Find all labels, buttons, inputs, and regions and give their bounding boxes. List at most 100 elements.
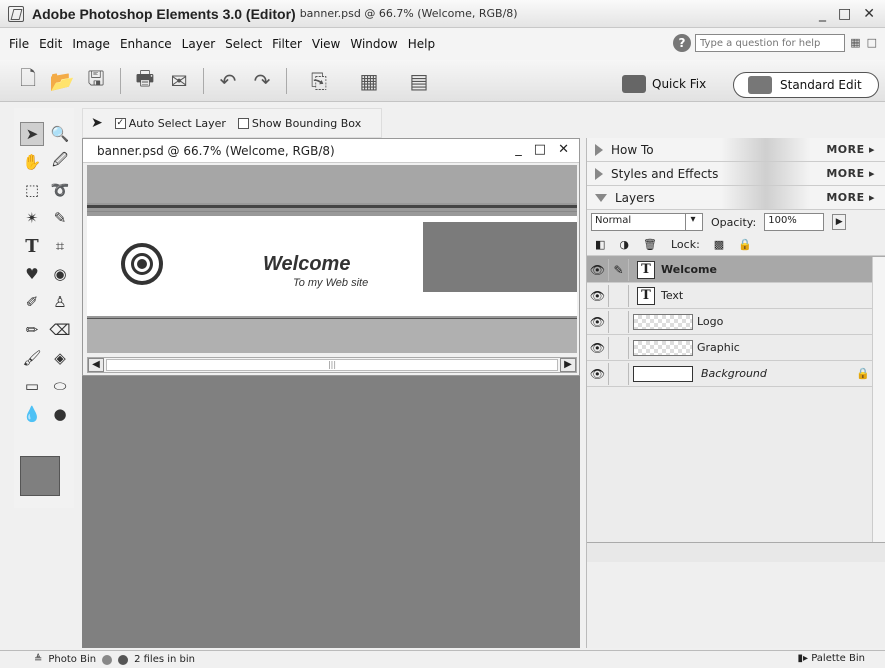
hand-tool-icon[interactable]: ✋ bbox=[20, 150, 44, 174]
shape-tool-icon[interactable]: ⬭ bbox=[48, 374, 72, 398]
save-icon[interactable]: 🖫 bbox=[82, 66, 110, 95]
palette-resize-handle[interactable] bbox=[587, 542, 885, 562]
help-search-input[interactable] bbox=[695, 34, 845, 52]
opacity-input[interactable]: 100% bbox=[764, 213, 825, 231]
auto-select-layer-checkbox[interactable]: ✓ Auto Select Layer bbox=[114, 117, 226, 130]
grid-layout-icon[interactable]: ▦ bbox=[850, 36, 860, 49]
quick-fix-label: Quick Fix bbox=[652, 77, 707, 91]
new-file-icon[interactable]: 🗋 bbox=[14, 66, 42, 95]
selection-brush-tool-icon[interactable]: ✎ bbox=[48, 206, 72, 230]
layer-row-logo[interactable]: 👁 Logo bbox=[587, 309, 885, 335]
open-folder-icon[interactable]: 📂 bbox=[48, 67, 76, 95]
pencil-tool-icon[interactable]: ✏ bbox=[20, 318, 44, 342]
menu-edit[interactable]: Edit bbox=[34, 37, 67, 51]
new-layer-icon[interactable]: ◧ bbox=[595, 238, 605, 251]
healing-brush-tool-icon[interactable]: ✐ bbox=[20, 290, 44, 314]
close-icon[interactable]: ✕ bbox=[863, 6, 875, 22]
link-cell[interactable] bbox=[609, 284, 629, 307]
photo-bin-toggle-icon[interactable]: ≜ bbox=[34, 654, 42, 665]
link-cell[interactable] bbox=[609, 336, 629, 359]
menu-view[interactable]: View bbox=[307, 37, 345, 51]
menu-filter[interactable]: Filter bbox=[267, 37, 307, 51]
quick-fix-button[interactable]: Quick Fix bbox=[622, 75, 706, 93]
marquee-tool-icon[interactable]: ⬚ bbox=[20, 178, 44, 202]
brush-tool-icon[interactable]: 🖌 bbox=[20, 346, 44, 370]
image-canvas[interactable]: Welcome To my Web site bbox=[87, 165, 577, 353]
menu-image[interactable]: Image bbox=[67, 37, 115, 51]
eraser-tool-icon[interactable]: ⌫ bbox=[48, 318, 72, 342]
blend-mode-select[interactable]: Normal bbox=[591, 213, 703, 231]
layers-vertical-scrollbar[interactable] bbox=[872, 257, 885, 543]
scroll-right-icon[interactable]: ▶ bbox=[560, 358, 576, 372]
doc-close-icon[interactable]: ✕ bbox=[558, 142, 569, 157]
help-icon[interactable]: ? bbox=[673, 34, 691, 52]
link-cell[interactable] bbox=[609, 310, 629, 333]
menu-layer[interactable]: Layer bbox=[177, 37, 220, 51]
lock-transparency-icon[interactable]: ▩ bbox=[714, 238, 724, 251]
move-tool-icon[interactable]: ➤ bbox=[20, 122, 44, 146]
date-view-icon[interactable]: ▤ bbox=[397, 67, 441, 95]
type-tool-icon[interactable]: T bbox=[20, 234, 44, 258]
styles-more-button[interactable]: MORE ▸ bbox=[826, 167, 875, 180]
create-icon[interactable]: ⎘ bbox=[297, 67, 341, 95]
menu-help[interactable]: Help bbox=[403, 37, 440, 51]
magic-wand-tool-icon[interactable]: ✴ bbox=[20, 206, 44, 230]
restore-icon[interactable]: □ bbox=[867, 36, 877, 49]
layer-row-welcome[interactable]: 👁 ✎ T Welcome bbox=[587, 257, 885, 283]
next-file-icon[interactable] bbox=[118, 654, 129, 665]
paint-bucket-tool-icon[interactable]: ◈ bbox=[48, 346, 72, 370]
styles-effects-palette-header[interactable]: Styles and Effects MORE ▸ bbox=[587, 162, 885, 186]
minimize-icon[interactable]: _ bbox=[819, 6, 826, 22]
layer-row-graphic[interactable]: 👁 Graphic bbox=[587, 335, 885, 361]
how-to-more-button[interactable]: MORE ▸ bbox=[826, 143, 875, 156]
crop-tool-icon[interactable]: ⌗ bbox=[48, 234, 72, 258]
scroll-thumb[interactable]: ||| bbox=[106, 359, 558, 371]
adjustment-layer-icon[interactable]: ◑ bbox=[619, 238, 629, 251]
menu-select[interactable]: Select bbox=[220, 37, 267, 51]
how-to-palette-header[interactable]: How To MORE ▸ bbox=[587, 138, 885, 162]
layers-more-button[interactable]: MORE ▸ bbox=[826, 191, 875, 204]
visibility-eye-icon[interactable]: 👁 bbox=[587, 258, 609, 281]
undo-icon[interactable]: ↶ bbox=[214, 67, 242, 95]
palette-bin-toggle[interactable]: ▮▸ Palette Bin bbox=[797, 653, 865, 664]
layer-row-background[interactable]: 👁 Background 🔒 bbox=[587, 361, 885, 387]
red-eye-tool-icon[interactable]: ◉ bbox=[48, 262, 72, 286]
standard-edit-button[interactable]: Standard Edit bbox=[733, 72, 879, 98]
doc-maximize-icon[interactable]: □ bbox=[534, 142, 546, 157]
show-bounding-box-checkbox[interactable]: Show Bounding Box bbox=[237, 117, 361, 130]
email-icon[interactable]: ✉ bbox=[165, 67, 193, 95]
eyedropper-tool-icon[interactable]: 🖉 bbox=[48, 150, 72, 174]
previous-file-icon[interactable] bbox=[102, 654, 113, 665]
gradient-tool-icon[interactable]: ▭ bbox=[20, 374, 44, 398]
brush-edit-icon[interactable]: ✎ bbox=[609, 258, 629, 281]
redo-icon[interactable]: ↷ bbox=[248, 67, 276, 95]
horizontal-scrollbar[interactable]: ◀ ||| ▶ bbox=[87, 357, 577, 373]
menu-enhance[interactable]: Enhance bbox=[115, 37, 177, 51]
opacity-slider-arrow-icon[interactable]: ▶ bbox=[832, 214, 847, 230]
scroll-left-icon[interactable]: ◀ bbox=[88, 358, 104, 372]
lock-all-icon[interactable]: 🔒 bbox=[738, 238, 752, 251]
visibility-eye-icon[interactable]: 👁 bbox=[587, 362, 609, 385]
zoom-tool-icon[interactable]: 🔍 bbox=[48, 122, 72, 146]
cookie-cutter-tool-icon[interactable]: ♥ bbox=[20, 262, 44, 286]
print-icon[interactable]: 🖶 bbox=[131, 66, 159, 95]
doc-minimize-icon[interactable]: _ bbox=[515, 142, 522, 157]
menu-file[interactable]: File bbox=[4, 37, 34, 51]
photo-bin-label[interactable]: Photo Bin bbox=[48, 654, 96, 665]
foreground-color-swatch[interactable] bbox=[20, 456, 60, 496]
visibility-eye-icon[interactable]: 👁 bbox=[587, 284, 609, 307]
delete-layer-icon[interactable]: 🗑 bbox=[643, 238, 657, 251]
blur-tool-icon[interactable]: 💧 bbox=[20, 402, 44, 426]
photo-browser-icon[interactable]: ▦ bbox=[347, 67, 391, 95]
menu-window[interactable]: Window bbox=[345, 37, 402, 51]
layers-palette-header[interactable]: Layers MORE ▸ bbox=[587, 186, 885, 210]
layer-row-text[interactable]: 👁 T Text bbox=[587, 283, 885, 309]
lasso-tool-icon[interactable]: ➰ bbox=[48, 178, 72, 202]
visibility-eye-icon[interactable]: 👁 bbox=[587, 310, 609, 333]
clone-stamp-tool-icon[interactable]: ♙ bbox=[48, 290, 72, 314]
sponge-tool-icon[interactable]: ● bbox=[48, 402, 72, 426]
link-cell[interactable] bbox=[609, 362, 629, 385]
maximize-icon[interactable]: □ bbox=[838, 6, 851, 22]
visibility-eye-icon[interactable]: 👁 bbox=[587, 336, 609, 359]
document-title-bar[interactable]: banner.psd @ 66.7% (Welcome, RGB/8) _ □ … bbox=[83, 139, 579, 163]
